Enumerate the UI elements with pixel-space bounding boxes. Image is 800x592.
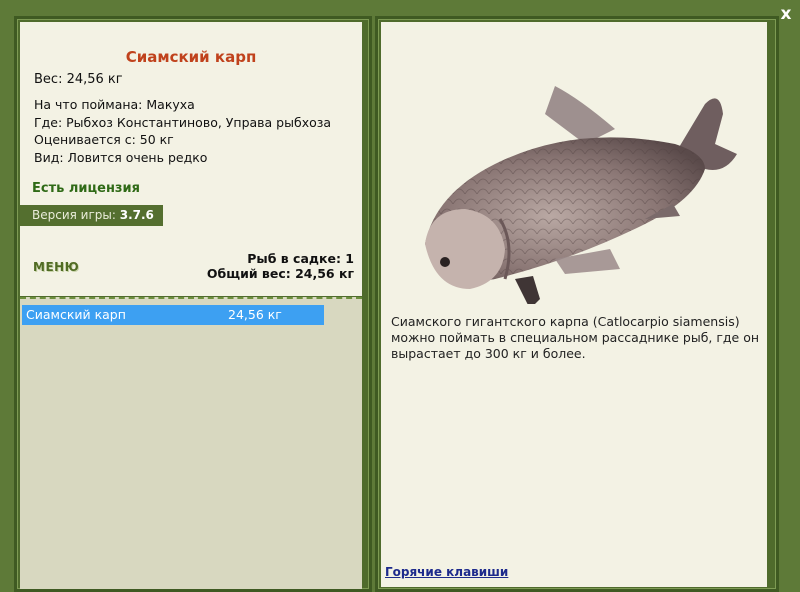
catch-item-name: Сиамский карп <box>26 307 126 322</box>
hotkeys-link[interactable]: Горячие клавиши <box>385 565 508 579</box>
version-value: 3.7.6 <box>119 208 154 222</box>
catch-list-item[interactable]: Сиамский карп 24,56 кг <box>22 305 324 325</box>
close-icon[interactable]: x <box>776 4 796 24</box>
location-line: Где: Рыбхоз Константиново, Управа рыбхоз… <box>34 114 332 130</box>
fish-details: На что поймана: Макуха Где: Рыбхоз Конст… <box>34 96 331 166</box>
fish-weight: Вес: 24,56 кг <box>34 72 123 87</box>
keepnet-count: Рыб в садке: 1 <box>247 251 354 266</box>
fish-info-panel: Сиамский карп Вес: 24,56 кг На что пойма… <box>20 22 362 296</box>
fish-name-title: Сиамский карп <box>125 48 257 66</box>
license-status: Есть лицензия <box>32 181 140 196</box>
catch-item-weight: 24,56 кг <box>228 307 282 322</box>
fish-illustration <box>425 86 737 304</box>
catch-list-panel: Сиамский карп 24,56 кг <box>20 297 362 589</box>
version-label: Версия игры: <box>32 208 116 222</box>
rarity-line: Вид: Ловится очень редко <box>34 149 208 165</box>
caught-on-line: На что поймана: Макуха <box>34 97 195 112</box>
fish-description: Сиамского гигантского карпа (Catlocarpio… <box>391 314 760 361</box>
keepnet-total-weight: Общий вес: 24,56 кг <box>206 266 354 281</box>
valued-line: Оценивается с: 50 кг <box>34 132 174 147</box>
menu-button[interactable]: МЕНЮ <box>33 260 79 274</box>
version-bar: Версия игры: 3.7.6 <box>20 205 163 226</box>
fish-picture-panel: Сиамского гигантского карпа (Catlocarpio… <box>381 22 767 587</box>
keepnet-summary: Рыб в садке: 1 Общий вес: 24,56 кг <box>207 251 354 281</box>
